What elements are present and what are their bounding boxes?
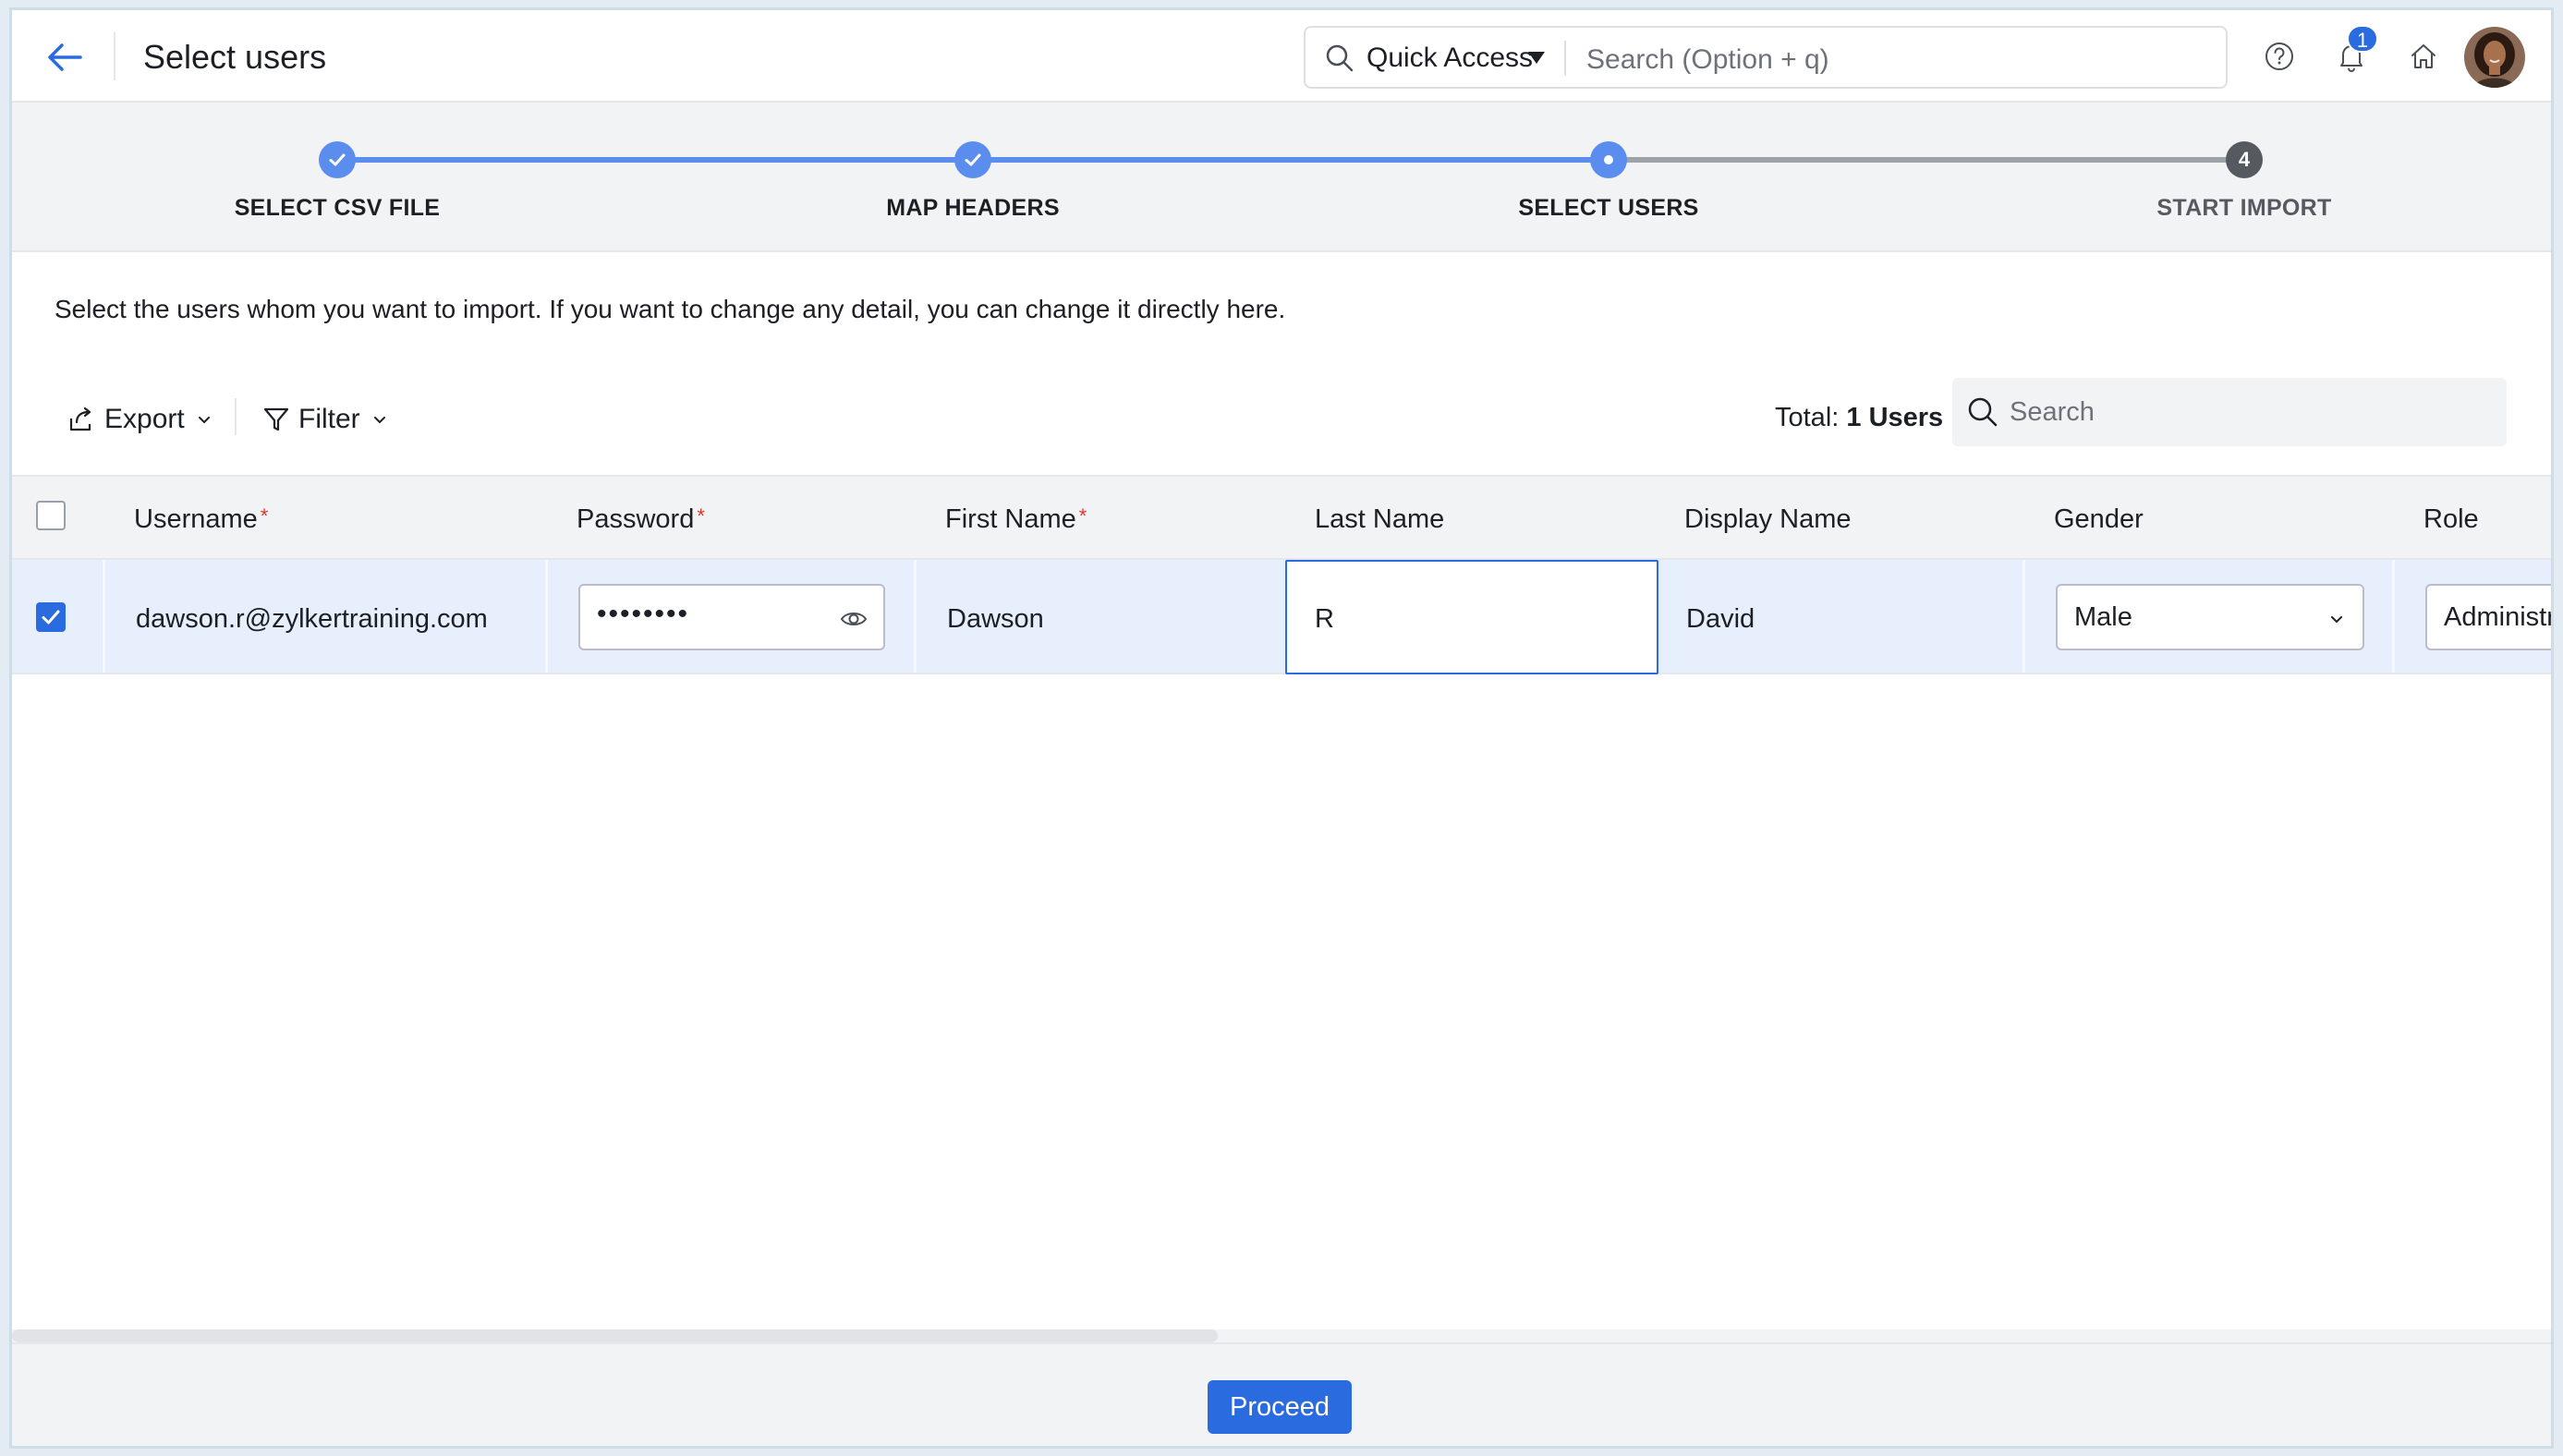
step-label-map-headers: MAP HEADERS [886,195,1060,221]
step-connector-3 [1609,157,2244,163]
table-search-input[interactable] [2010,387,2490,437]
global-search-bar: Quick Access Search (Option + q) [1304,26,2228,89]
step-label-select-csv: SELECT CSV FILE [234,195,441,221]
display-name-cell[interactable]: David [1686,604,1755,635]
filter-icon [263,407,289,431]
eye-icon[interactable] [839,604,869,634]
column-header-password[interactable]: Password * [577,504,705,535]
column-divider [545,560,548,673]
toolbar-divider [235,398,237,435]
column-divider [103,560,105,673]
quick-access-dropdown[interactable]: Quick Access [1367,42,1533,74]
page-title: Select users [143,38,327,76]
column-header-role[interactable]: Role [2423,504,2479,535]
column-header-first-name[interactable]: First Name * [945,504,1087,535]
search-divider [1564,41,1566,76]
proceed-button[interactable]: Proceed [1208,1380,1352,1434]
column-divider [914,560,917,673]
step-label-select-users: SELECT USERS [1518,195,1699,221]
home-icon[interactable] [2405,38,2442,75]
header-divider [114,32,115,80]
user-avatar[interactable] [2464,27,2525,88]
caret-down-icon[interactable] [1527,50,1546,67]
filter-label: Filter [298,404,360,434]
table-header: Username * Password * First Name * Last Nam… [12,475,2551,560]
role-select[interactable]: Administrator [2425,584,2554,650]
first-name-cell[interactable]: Dawson [947,604,1044,635]
username-cell[interactable]: dawson.r@zylkertraining.com [136,604,488,635]
search-icon [1324,42,1355,74]
role-value: Administrator [2444,602,2554,632]
chevron-down-icon [2326,608,2348,630]
export-label: Export [104,404,185,434]
chevron-down-icon [373,417,385,424]
last-name-value: R [1315,604,1334,634]
column-header-gender[interactable]: Gender [2054,504,2144,535]
column-divider [2022,560,2025,673]
app-window: Select users Quick Access Search (Option… [9,7,2554,1449]
gender-value: Male [2074,602,2132,632]
back-arrow-icon[interactable] [42,34,88,80]
step-3-current-icon [1590,141,1627,178]
total-prefix: Total: [1775,403,1840,432]
global-search-input[interactable]: Search (Option + q) [1586,44,1829,76]
step-connector-1 [337,157,973,163]
password-mask: •••••••• [597,599,690,629]
export-button[interactable]: Export [66,396,214,443]
gender-select[interactable]: Male [2056,584,2364,650]
footer-bar: Proceed [12,1342,2551,1446]
column-header-username[interactable]: Username * [134,504,268,535]
search-icon [1965,394,2000,430]
last-name-input[interactable]: R [1285,560,1658,674]
export-icon [69,406,91,431]
column-header-last-name[interactable]: Last Name [1315,504,1444,535]
step-2-check-icon [954,141,991,178]
table-search-box [1952,378,2507,446]
select-all-checkbox[interactable] [36,501,66,530]
filter-button[interactable]: Filter [261,396,390,443]
password-field[interactable]: •••••••• [578,584,885,650]
chevron-down-icon [198,417,210,424]
help-icon[interactable] [2261,38,2298,75]
import-stepper: 4 SELECT CSV FILE MAP HEADERS SELECT USE… [12,103,2551,252]
notification-count-badge: 1 [2347,25,2378,53]
column-divider [2392,560,2395,673]
instructions-text: Select the users whom you want to import… [55,295,1286,323]
table-row[interactable]: dawson.r@zylkertraining.com •••••••• Daw… [12,560,2551,674]
top-header: Select users Quick Access Search (Option… [12,10,2551,103]
step-label-start-import: START IMPORT [2156,195,2332,221]
total-value: 1 Users [1846,403,1944,432]
total-users-count: Total: 1 Users [1775,403,1943,433]
horizontal-scrollbar-thumb[interactable] [12,1329,1218,1342]
row-select-checkbox[interactable] [36,602,66,632]
step-connector-2 [973,157,1609,163]
step-1-check-icon [319,141,356,178]
step-4-number: 4 [2226,141,2263,178]
column-header-display-name[interactable]: Display Name [1684,504,1852,535]
